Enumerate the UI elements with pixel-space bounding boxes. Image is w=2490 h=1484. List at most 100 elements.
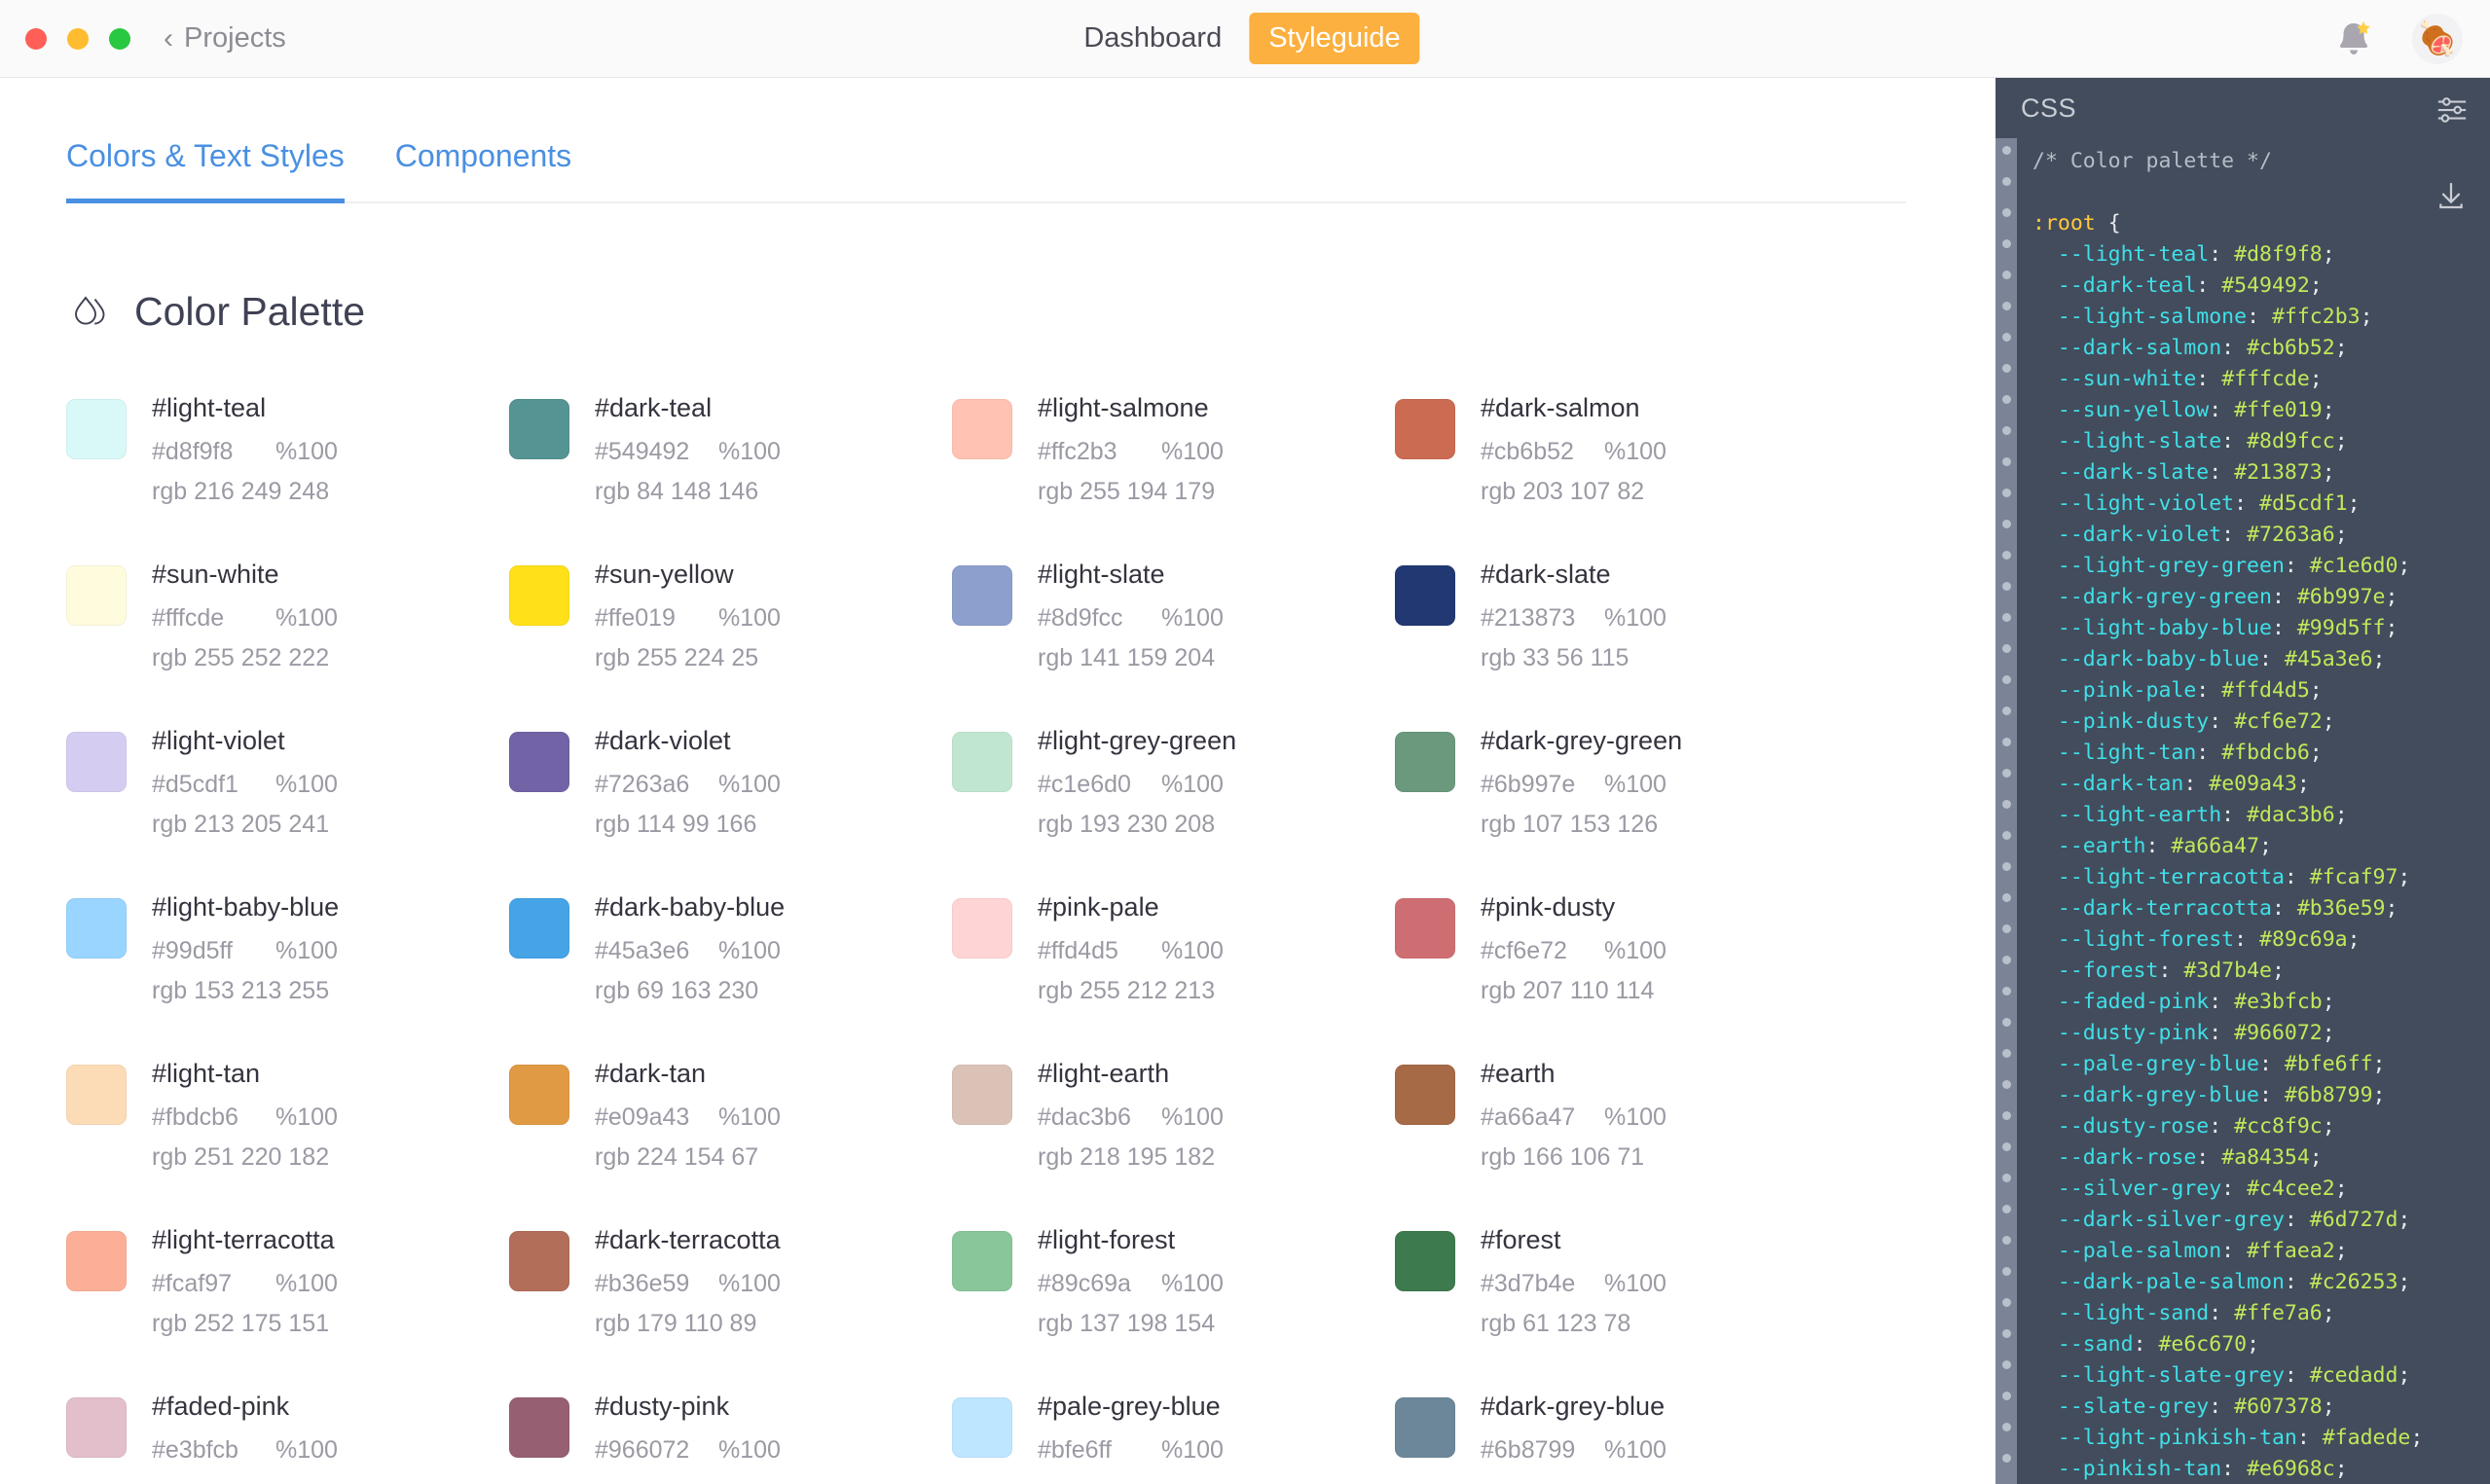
color-swatch[interactable]: #forest #3d7b4e %100 rgb 61 123 78: [1395, 1215, 1838, 1382]
color-swatch-chip[interactable]: [1395, 1231, 1455, 1291]
color-swatch[interactable]: #pink-pale #ffd4d5 %100 rgb 255 212 213: [952, 883, 1395, 1049]
color-swatch-chip[interactable]: [952, 732, 1012, 792]
color-swatch[interactable]: #dark-salmon #cb6b52 %100 rgb 203 107 82: [1395, 383, 1838, 550]
color-swatch[interactable]: #pale-grey-blue #bfe6ff %100: [952, 1382, 1395, 1484]
color-swatch-chip[interactable]: [952, 1397, 1012, 1458]
color-swatch[interactable]: #dark-teal #549492 %100 rgb 84 148 146: [509, 383, 952, 550]
color-swatch[interactable]: #light-forest #89c69a %100 rgb 137 198 154: [952, 1215, 1395, 1382]
color-swatch-name: #light-salmone: [1038, 393, 1209, 422]
color-swatch-meta: #ffe019 %100: [595, 604, 781, 633]
code-line-declaration: --pale-salmon: #ffaea2;: [2057, 1239, 2348, 1263]
color-swatch[interactable]: #light-tan #fbdcb6 %100 rgb 251 220 182: [66, 1049, 509, 1215]
color-swatch-hex: #6b8799: [1481, 1436, 1576, 1464]
avatar[interactable]: 🍖: [2412, 13, 2463, 64]
color-swatch-chip[interactable]: [952, 565, 1012, 626]
color-swatch-rgb: rgb 255 194 179: [1038, 478, 1216, 505]
nav-item-dashboard[interactable]: Dashboard: [1070, 14, 1235, 63]
color-swatch[interactable]: #dark-violet #7263a6 %100 rgb 114 99 166: [509, 716, 952, 883]
code-line-declaration: --pale-grey-blue: #bfe6ff;: [2057, 1052, 2386, 1076]
notifications-button[interactable]: [2332, 18, 2375, 60]
color-swatch-chip[interactable]: [509, 732, 569, 792]
color-swatch-chip[interactable]: [66, 1065, 127, 1125]
color-swatch-chip[interactable]: [66, 565, 127, 626]
maximize-window-button[interactable]: [109, 27, 130, 50]
styleguide-app: ‹ Projects Dashboard Styleguide 🍖 Colors…: [0, 0, 2490, 1484]
color-swatch-chip[interactable]: [509, 1231, 569, 1291]
color-palette-header: Color Palette: [68, 289, 1996, 335]
color-swatch[interactable]: #pink-dusty #cf6e72 %100 rgb 207 110 114: [1395, 883, 1838, 1049]
code-line-declaration: --earth: #a66a47;: [2057, 834, 2272, 858]
back-to-projects-link[interactable]: ‹ Projects: [164, 22, 286, 54]
code-line-comment: /* Color palette */: [2032, 149, 2272, 173]
color-swatch[interactable]: #earth #a66a47 %100 rgb 166 106 71: [1395, 1049, 1838, 1215]
color-swatch-chip[interactable]: [952, 1231, 1012, 1291]
tab-components[interactable]: Components: [395, 138, 571, 201]
color-swatch-chip[interactable]: [509, 1065, 569, 1125]
color-swatch-chip[interactable]: [952, 898, 1012, 959]
color-swatch[interactable]: #light-violet #d5cdf1 %100 rgb 213 205 241: [66, 716, 509, 883]
color-swatch[interactable]: #dark-baby-blue #45a3e6 %100 rgb 69 163 230: [509, 883, 952, 1049]
color-swatch-chip[interactable]: [66, 732, 127, 792]
color-swatch-chip[interactable]: [1395, 732, 1455, 792]
code-line-declaration: --light-sand: #ffe7a6;: [2057, 1301, 2335, 1325]
color-swatch-name: #light-tan: [152, 1059, 261, 1088]
color-swatch[interactable]: #light-baby-blue #99d5ff %100 rgb 153 213 2…: [66, 883, 509, 1049]
color-swatch[interactable]: #light-earth #dac3b6 %100 rgb 218 195 182: [952, 1049, 1395, 1215]
color-swatch-chip[interactable]: [66, 1231, 127, 1291]
gutter-dot: [2001, 520, 2011, 528]
color-swatch-chip[interactable]: [952, 1065, 1012, 1125]
color-swatch-hex: #c1e6d0: [1038, 771, 1131, 798]
color-swatch-chip[interactable]: [1395, 898, 1455, 959]
gutter-dot: [2001, 1236, 2011, 1245]
color-swatch[interactable]: #dark-slate #213873 %100 rgb 33 56 115: [1395, 550, 1838, 716]
color-swatch[interactable]: #light-teal #d8f9f8 %100 rgb 216 249 248: [66, 383, 509, 550]
close-window-button[interactable]: [25, 27, 47, 50]
color-swatch-opacity: %100: [1604, 771, 1666, 798]
color-swatch-chip[interactable]: [66, 898, 127, 959]
color-swatch[interactable]: #dusty-pink #966072 %100: [509, 1382, 952, 1484]
color-swatch-info: #sun-white #fffcde %100 rgb 255 252 222: [152, 560, 338, 672]
color-swatch[interactable]: #dark-terracotta #b36e59 %100 rgb 179 110 8…: [509, 1215, 952, 1382]
color-swatch[interactable]: #dark-grey-green #6b997e %100 rgb 107 153 1…: [1395, 716, 1838, 883]
color-swatch-name: #dark-grey-green: [1481, 726, 1683, 755]
color-swatch-chip[interactable]: [66, 399, 127, 459]
tab-colors-and-text-styles[interactable]: Colors & Text Styles: [66, 138, 345, 203]
color-swatch-meta: #fcaf97 %100: [152, 1270, 338, 1298]
code-line-declaration: --forest: #3d7b4e;: [2057, 959, 2285, 983]
color-swatch-info: #dark-slate #213873 %100 rgb 33 56 115: [1481, 560, 1666, 672]
color-swatch-info: #light-slate #8d9fcc %100 rgb 141 159 204: [1038, 560, 1224, 672]
color-swatch[interactable]: #light-salmone #ffc2b3 %100 rgb 255 194 179: [952, 383, 1395, 550]
color-swatch[interactable]: #light-grey-green #c1e6d0 %100 rgb 193 230 …: [952, 716, 1395, 883]
color-swatch-chip[interactable]: [1395, 565, 1455, 626]
minimize-window-button[interactable]: [67, 27, 89, 50]
color-swatch-info: #pink-pale #ffd4d5 %100 rgb 255 212 213: [1038, 892, 1224, 1005]
sliders-icon[interactable]: [2435, 93, 2469, 127]
css-code-text[interactable]: /* Color palette */ :root { --light-teal…: [2017, 138, 2490, 1484]
color-swatch-chip[interactable]: [1395, 1065, 1455, 1125]
color-swatch[interactable]: #sun-yellow #ffe019 %100 rgb 255 224 25: [509, 550, 952, 716]
color-swatch[interactable]: #faded-pink #e3bfcb %100: [66, 1382, 509, 1484]
color-swatch[interactable]: #sun-white #fffcde %100 rgb 255 252 222: [66, 550, 509, 716]
nav-item-styleguide[interactable]: Styleguide: [1249, 13, 1420, 64]
color-swatch[interactable]: #dark-grey-blue #6b8799 %100: [1395, 1382, 1838, 1484]
color-swatch-chip[interactable]: [1395, 1397, 1455, 1458]
color-swatch-info: #sun-yellow #ffe019 %100 rgb 255 224 25: [595, 560, 781, 672]
code-line-declaration: --light-violet: #d5cdf1;: [2057, 491, 2361, 516]
color-swatch-chip[interactable]: [509, 399, 569, 459]
color-swatch-chip[interactable]: [952, 399, 1012, 459]
code-line-declaration: --light-slate-grey: #cedadd;: [2057, 1363, 2411, 1388]
color-swatch-opacity: %100: [275, 937, 338, 964]
color-swatch-chip[interactable]: [509, 898, 569, 959]
color-swatch[interactable]: #dark-tan #e09a43 %100 rgb 224 154 67: [509, 1049, 952, 1215]
code-line-declaration: --pink-dusty: #cf6e72;: [2057, 709, 2335, 734]
color-swatch-chip[interactable]: [509, 1397, 569, 1458]
color-swatch-chip[interactable]: [66, 1397, 127, 1458]
color-swatch-chip[interactable]: [509, 565, 569, 626]
css-code-area[interactable]: /* Color palette */ :root { --light-teal…: [1996, 138, 2490, 1484]
color-swatch-name: #dark-baby-blue: [595, 892, 786, 922]
gutter-dot: [2001, 800, 2011, 809]
color-swatch[interactable]: #light-slate #8d9fcc %100 rgb 141 159 204: [952, 550, 1395, 716]
color-swatch-rgb: rgb 141 159 204: [1038, 644, 1216, 671]
color-swatch[interactable]: #light-terracotta #fcaf97 %100 rgb 252 175 …: [66, 1215, 509, 1382]
color-swatch-chip[interactable]: [1395, 399, 1455, 459]
